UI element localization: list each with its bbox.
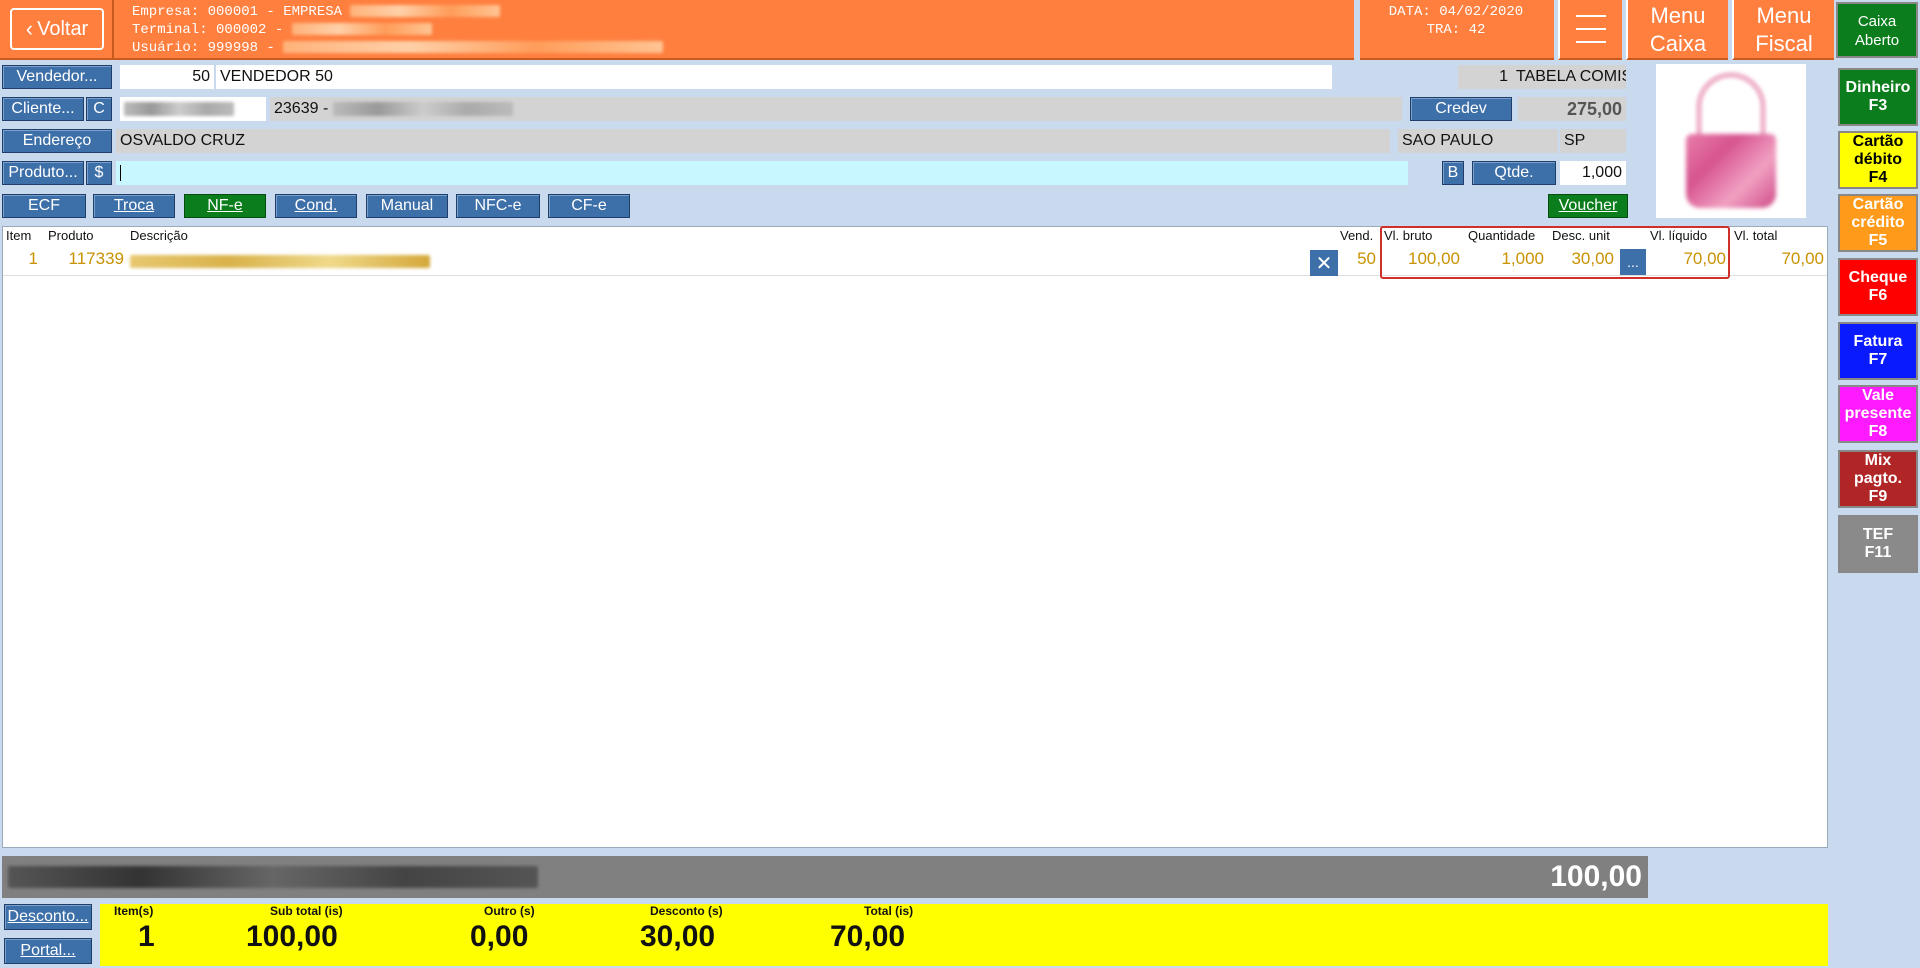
voucher-button[interactable]: Voucher	[1548, 194, 1628, 218]
session-info: Empresa: 000001 - EMPRESA Terminal: 0000…	[132, 3, 664, 57]
total-label: Total (is)	[864, 904, 914, 918]
row-item: 1	[28, 249, 38, 268]
desconto-label: Desconto (s)	[650, 904, 723, 918]
cliente-name-field: 23639 -	[270, 97, 1402, 121]
desconto-value: 30,00	[640, 920, 716, 953]
caixa-aberto-status[interactable]: Caixa Aberto	[1836, 2, 1918, 58]
vendedor-button[interactable]: Vendedor...	[2, 65, 112, 89]
portal-button[interactable]: Portal...	[4, 938, 92, 964]
close-icon: ✕	[1315, 252, 1333, 275]
vendedor-name-field[interactable]: VENDEDOR 50	[216, 65, 1332, 89]
payment-cartao-debito-button[interactable]: Cartão débito F4	[1838, 131, 1918, 189]
cidade-field: SAO PAULO	[1398, 129, 1558, 153]
usuario-info: Usuário: 999998 -	[132, 40, 275, 56]
row-vend: 50	[1357, 249, 1376, 268]
endereco-field: OSVALDO CRUZ	[116, 129, 1390, 153]
mode-cond-button[interactable]: Cond.	[275, 194, 357, 218]
cliente-code: 23639 -	[274, 100, 329, 117]
payment-fatura-button[interactable]: Fatura F7	[1838, 322, 1918, 380]
subtotal-label: Sub total (is)	[270, 904, 343, 918]
produto-price-button[interactable]: $	[86, 161, 112, 185]
total-value: 70,00	[830, 920, 906, 953]
terminal-info: Terminal: 000002 -	[132, 22, 284, 38]
status-bar-value: 100,00	[1550, 860, 1642, 893]
product-image	[1656, 64, 1806, 218]
back-button[interactable]: ‹ Voltar	[10, 8, 104, 50]
items-table	[2, 226, 1828, 848]
row-vl-total: 70,00	[1781, 249, 1824, 268]
credev-button[interactable]: Credev	[1410, 97, 1512, 121]
hamburger-icon	[1576, 15, 1606, 43]
mode-manual-button[interactable]: Manual	[366, 194, 448, 218]
mode-cfe-button[interactable]: CF-e	[548, 194, 630, 218]
tabela-name-field: TABELA COMIS	[1512, 65, 1626, 89]
payment-cheque-button[interactable]: Cheque F6	[1838, 258, 1918, 316]
items-label: Item(s)	[114, 904, 154, 918]
product-status-bar: 100,00	[2, 856, 1648, 898]
row-descricao	[130, 253, 430, 271]
subtotal-value: 100,00	[246, 920, 338, 953]
qtde-field[interactable]: 1,000	[1560, 161, 1626, 185]
vendedor-code-field[interactable]: 50	[120, 65, 214, 89]
uf-field: SP	[1560, 129, 1626, 153]
highlight-box	[1380, 226, 1730, 279]
empresa-info: Empresa: 000001 - EMPRESA	[132, 4, 343, 20]
qtde-button[interactable]: Qtde.	[1472, 161, 1556, 185]
outro-label: Outro (s)	[484, 904, 535, 918]
remove-item-button[interactable]: ✕	[1310, 250, 1338, 276]
b-button[interactable]: B	[1442, 161, 1464, 185]
hamburger-menu-button[interactable]	[1558, 0, 1622, 60]
produto-search-input[interactable]	[116, 161, 1408, 185]
date-info: DATA: 04/02/2020 TRA: 42	[1370, 3, 1542, 39]
credev-value: 275,00	[1518, 97, 1626, 121]
date-text: DATA: 04/02/2020	[1388, 4, 1524, 20]
chevron-left-icon: ‹	[25, 16, 34, 41]
header-divider	[112, 0, 114, 58]
cliente-c-button[interactable]: C	[86, 97, 112, 121]
cliente-button[interactable]: Cliente...	[2, 97, 84, 121]
mode-troca-button[interactable]: Troca	[93, 194, 175, 218]
endereco-button[interactable]: Endereço	[2, 129, 112, 153]
tra-text: TRA: 42	[1426, 22, 1486, 38]
items-value: 1	[138, 920, 155, 953]
row-produto: 117339	[68, 249, 124, 268]
menu-caixa-button[interactable]: Menu Caixa	[1626, 0, 1728, 60]
mode-nfce-button[interactable]: NFC-e	[456, 194, 540, 218]
header-descricao: Descrição	[130, 228, 188, 243]
payment-vale-presente-button[interactable]: Vale presente F8	[1838, 385, 1918, 443]
totals-panel	[100, 904, 1828, 966]
payment-tef-button[interactable]: TEF F11	[1838, 515, 1918, 573]
payment-mix-button[interactable]: Mix pagto. F9	[1838, 450, 1918, 508]
mode-ecf-button[interactable]: ECF	[2, 194, 86, 218]
desconto-button[interactable]: Desconto...	[4, 904, 92, 930]
menu-fiscal-button[interactable]: Menu Fiscal	[1732, 0, 1834, 60]
payment-cartao-credito-button[interactable]: Cartão crédito F5	[1838, 194, 1918, 252]
outro-value: 0,00	[470, 920, 529, 953]
payment-dinheiro-button[interactable]: Dinheiro F3	[1838, 68, 1918, 126]
header-vend: Vend.	[1340, 228, 1374, 243]
mode-nfe-button[interactable]: NF-e	[184, 194, 266, 218]
header-vl-total: Vl. total	[1734, 228, 1778, 243]
produto-button[interactable]: Produto...	[2, 161, 84, 185]
back-label: Voltar	[37, 17, 89, 40]
tabela-num-field: 1	[1458, 65, 1512, 89]
header-produto: Produto	[48, 228, 94, 243]
cliente-doc-field[interactable]	[120, 97, 266, 121]
header-item: Item	[6, 228, 32, 243]
